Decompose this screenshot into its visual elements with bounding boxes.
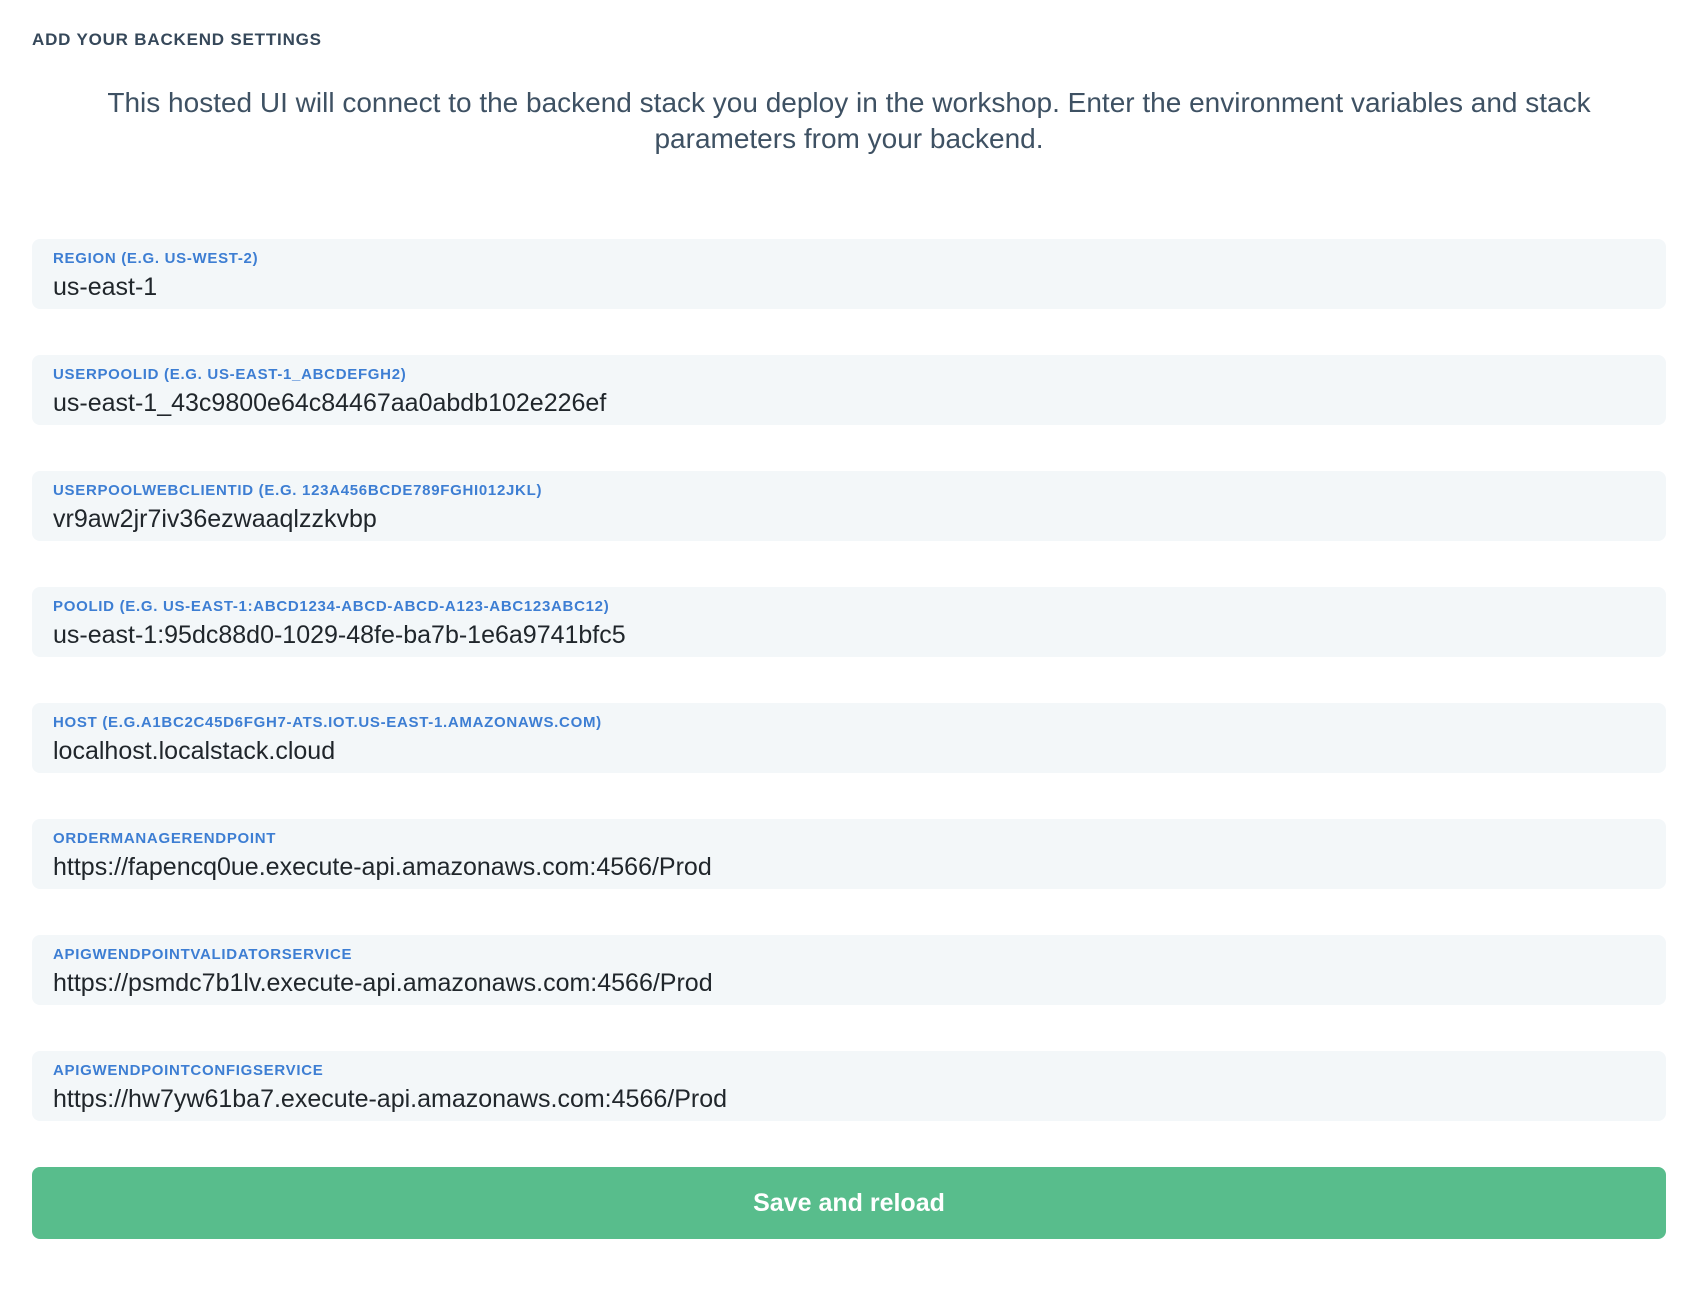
field-label: REGION (E.G. US-WEST-2) — [53, 250, 1645, 268]
field-label: USERPOOLWEBCLIENTID (E.G. 123A456BCDE789… — [53, 482, 1645, 500]
field-label: USERPOOLID (E.G. US-EAST-1_ABCDEFGH2) — [53, 366, 1645, 384]
settings-field[interactable]: HOST (E.G.A1BC2C45D6FGH7-ATS.IOT.US-EAST… — [32, 703, 1666, 773]
field-input[interactable] — [53, 967, 1645, 999]
field-label: POOLID (E.G. US-EAST-1:ABCD1234-ABCD-ABC… — [53, 598, 1645, 616]
settings-field[interactable]: APIGWENDPOINTVALIDATORSERVICE — [32, 935, 1666, 1005]
settings-field[interactable]: REGION (E.G. US-WEST-2) — [32, 239, 1666, 309]
field-input[interactable] — [53, 271, 1645, 303]
page-title: ADD YOUR BACKEND SETTINGS — [32, 30, 1666, 50]
settings-field[interactable]: POOLID (E.G. US-EAST-1:ABCD1234-ABCD-ABC… — [32, 587, 1666, 657]
backend-settings-form: REGION (E.G. US-WEST-2) USERPOOLID (E.G.… — [32, 239, 1666, 1121]
field-input[interactable] — [53, 503, 1645, 535]
settings-field[interactable]: APIGWENDPOINTCONFIGSERVICE — [32, 1051, 1666, 1121]
settings-field[interactable]: USERPOOLWEBCLIENTID (E.G. 123A456BCDE789… — [32, 471, 1666, 541]
settings-field[interactable]: ORDERMANAGERENDPOINT — [32, 819, 1666, 889]
field-label: HOST (E.G.A1BC2C45D6FGH7-ATS.IOT.US-EAST… — [53, 714, 1645, 732]
field-input[interactable] — [53, 735, 1645, 767]
settings-field[interactable]: USERPOOLID (E.G. US-EAST-1_ABCDEFGH2) — [32, 355, 1666, 425]
field-input[interactable] — [53, 619, 1645, 651]
field-input[interactable] — [53, 387, 1645, 419]
page-description: This hosted UI will connect to the backe… — [64, 85, 1634, 157]
field-input[interactable] — [53, 851, 1645, 883]
field-label: APIGWENDPOINTCONFIGSERVICE — [53, 1062, 1645, 1080]
field-input[interactable] — [53, 1083, 1645, 1115]
field-label: APIGWENDPOINTVALIDATORSERVICE — [53, 946, 1645, 964]
field-label: ORDERMANAGERENDPOINT — [53, 830, 1645, 848]
save-and-reload-button[interactable]: Save and reload — [32, 1167, 1666, 1239]
